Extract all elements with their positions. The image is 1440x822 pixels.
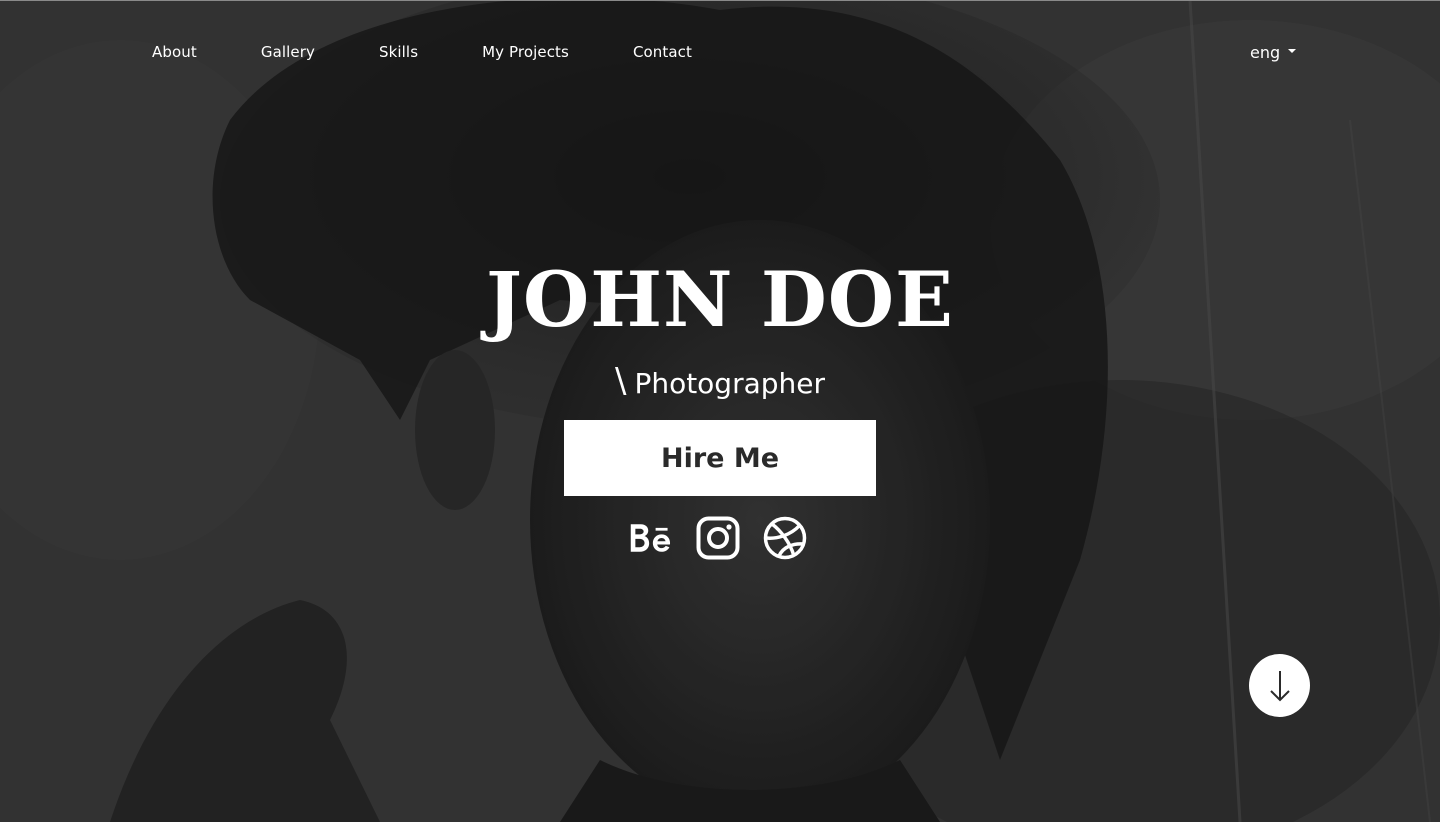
hero-background <box>0 0 1440 822</box>
social-links <box>628 515 808 561</box>
nav-item-gallery[interactable]: Gallery <box>261 41 315 63</box>
top-border <box>0 0 1440 1</box>
nav-item-contact[interactable]: Contact <box>633 41 692 63</box>
language-dropdown[interactable]: eng <box>1250 40 1297 64</box>
language-label: eng <box>1250 42 1281 62</box>
arrow-down-icon <box>1269 670 1290 701</box>
nav-item-about[interactable]: About <box>152 41 197 63</box>
nav-item-skills[interactable]: Skills <box>379 41 418 63</box>
caret-down-icon <box>1288 48 1297 53</box>
portrait-photo <box>0 0 1440 822</box>
hero-role: Photographer <box>634 367 826 400</box>
nav-item-my-projects[interactable]: My Projects <box>482 41 569 63</box>
main-nav: About Gallery Skills My Projects Contact <box>152 40 692 64</box>
scroll-down-button[interactable] <box>1249 654 1310 717</box>
hero-name: JOHN DOE <box>486 255 954 344</box>
subtitle-slash: \ <box>614 361 627 401</box>
dribbble-icon[interactable] <box>762 515 808 561</box>
instagram-icon[interactable] <box>695 515 741 561</box>
hire-me-button[interactable]: Hire Me <box>564 420 876 496</box>
behance-icon[interactable] <box>628 515 674 561</box>
hero-subtitle: \ Photographer <box>0 360 1440 406</box>
